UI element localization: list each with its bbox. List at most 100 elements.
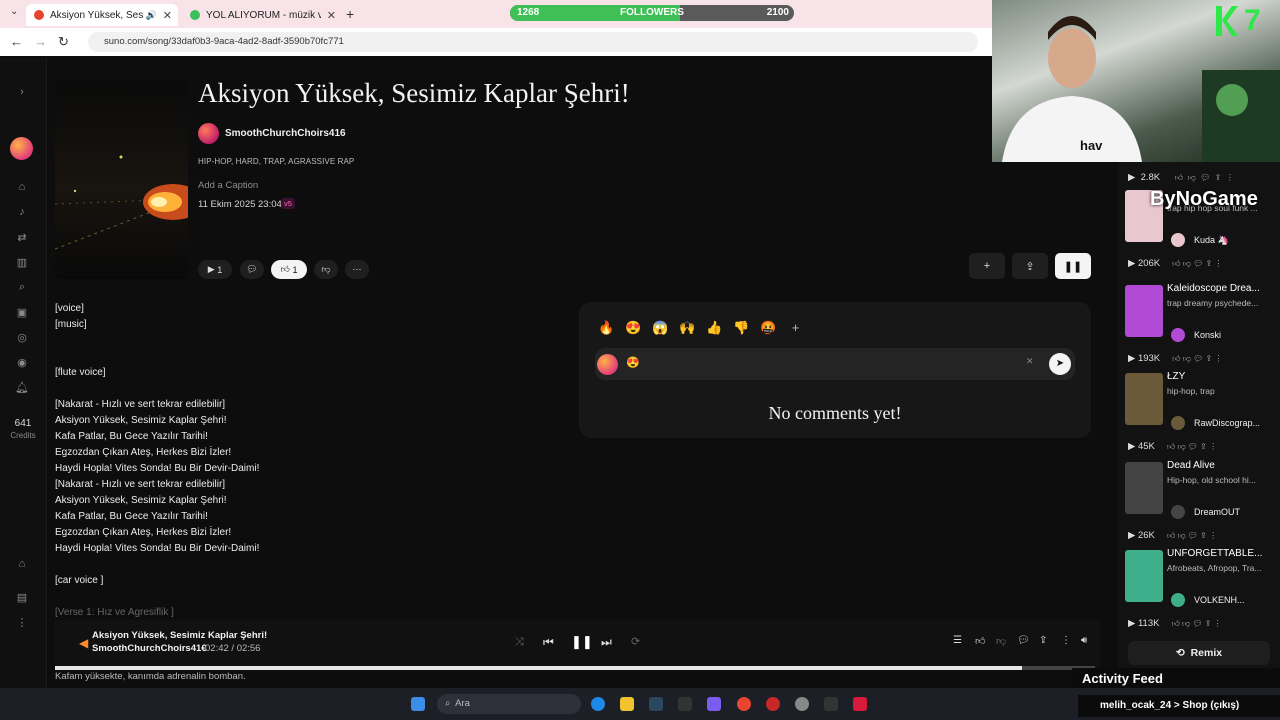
file-explorer-icon[interactable]: [620, 697, 634, 711]
play-icon[interactable]: ▶: [1128, 353, 1138, 364]
feed-card-title[interactable]: Dead Alive: [1167, 460, 1215, 471]
tab-yol-aliyorum[interactable]: YOL ALIYORUM - müzik ve şark ✕: [182, 4, 342, 26]
copilot-icon[interactable]: [707, 697, 721, 711]
pause-button[interactable]: ❚❚: [1055, 253, 1091, 279]
player-like-icon[interactable]: 👍︎: [975, 635, 985, 647]
like-button[interactable]: 👍︎ 1: [271, 260, 307, 279]
notifications-icon[interactable]: 🔔︎: [14, 381, 30, 394]
previous-track-icon[interactable]: ⏮︎: [543, 635, 554, 650]
tab-suno-song[interactable]: Aksiyon Yüksek, Sesimiz Ka 🔊 ✕: [26, 4, 178, 26]
feed-actions-icon[interactable]: 👍︎ 👎︎ 💬︎ ⇪ ⋮: [1167, 531, 1217, 540]
reaction-option[interactable]: 🙌: [678, 320, 697, 336]
feed-card-user-avatar[interactable]: [1171, 416, 1185, 430]
now-playing-thumb-icon[interactable]: ◀: [79, 636, 88, 650]
home-icon[interactable]: ⌂: [14, 181, 30, 193]
shuffle-icon[interactable]: ⤨: [515, 636, 524, 649]
share-button[interactable]: ⇪: [1012, 253, 1048, 279]
url-field[interactable]: suno.com/song/33daf0b3-9aca-4ad2-8adf-35…: [88, 32, 978, 52]
feed-card-user-avatar[interactable]: [1171, 505, 1185, 519]
close-tab-icon[interactable]: ✕: [163, 9, 172, 22]
feed-card-user[interactable]: Konski: [1194, 330, 1221, 340]
song-genres[interactable]: HIP-HOP, HARD, TRAP, AGRASSIVE RAP: [198, 157, 354, 166]
feed-card-thumbnail[interactable]: [1125, 550, 1163, 602]
tab-search-icon[interactable]: ⌄: [10, 6, 18, 17]
taskbar-search[interactable]: ⌕ Ara: [437, 694, 581, 714]
feed-actions-icon[interactable]: 👍︎ 👎︎ 💬︎ ⇪ ⋮: [1172, 259, 1222, 268]
feed-card-user[interactable]: DreamOUT: [1194, 507, 1240, 517]
chrome-icon[interactable]: [737, 697, 751, 711]
steam-icon[interactable]: [649, 697, 663, 711]
explore-icon[interactable]: ⇄: [14, 231, 30, 244]
play-count-button[interactable]: ▶ 1: [198, 260, 232, 279]
feed-card-thumbnail[interactable]: [1125, 285, 1163, 337]
next-track-icon[interactable]: ⏭︎: [601, 635, 612, 650]
feed-card-user-avatar[interactable]: [1171, 593, 1185, 607]
reaction-option[interactable]: 🔥: [597, 320, 616, 336]
reaction-option[interactable]: 👍: [705, 320, 724, 336]
player-pause-icon[interactable]: ❚❚: [571, 634, 593, 650]
windows-start-icon[interactable]: [411, 697, 425, 711]
song-cover-art[interactable]: [55, 79, 188, 279]
edge-icon[interactable]: [591, 697, 605, 711]
app-red-icon[interactable]: [853, 697, 867, 711]
player-share-icon[interactable]: ⇪: [1039, 635, 1047, 646]
new-tab-icon[interactable]: +: [346, 6, 354, 22]
feed-actions-icon[interactable]: 👍︎ 👎︎ 💬︎ ⇪ ⋮: [1171, 619, 1221, 628]
feed-card-title[interactable]: Kaleidoscope Drea...: [1167, 283, 1260, 294]
reaction-option[interactable]: 😱: [651, 320, 670, 336]
dislike-button[interactable]: 👎︎: [314, 260, 338, 279]
feed-card-user[interactable]: Kuda 🦄: [1194, 235, 1229, 246]
play-icon[interactable]: ▶: [1128, 618, 1138, 629]
add-reaction-icon[interactable]: +: [786, 320, 805, 336]
player-more-icon[interactable]: ⋮: [1061, 635, 1071, 646]
radio-icon[interactable]: ◉: [14, 356, 30, 369]
feed-card-user[interactable]: VOLKENH...: [1194, 595, 1245, 605]
play-icon[interactable]: ▶: [1128, 172, 1135, 183]
feed-card-title[interactable]: ŁZY: [1167, 371, 1185, 382]
reaction-option[interactable]: 👎: [732, 320, 751, 336]
player-dislike-icon[interactable]: 👎︎: [996, 635, 1006, 647]
back-arrow-icon[interactable]: ←: [10, 34, 23, 49]
reload-icon[interactable]: ↻: [58, 34, 69, 50]
feed-card-thumbnail[interactable]: [1125, 462, 1163, 514]
add-caption-field[interactable]: Add a Caption: [198, 180, 258, 191]
docs-icon[interactable]: ▤: [14, 591, 30, 604]
comment-button[interactable]: 💬︎: [240, 260, 264, 279]
send-comment-button[interactable]: ➤: [1049, 353, 1071, 375]
more-options-button[interactable]: ⋯: [345, 260, 369, 279]
audio-playing-icon[interactable]: 🔊: [146, 10, 157, 21]
create-icon[interactable]: ♪: [14, 206, 30, 218]
library-icon[interactable]: ▥: [14, 256, 30, 269]
close-tab-icon[interactable]: ✕: [327, 9, 336, 22]
obs-icon[interactable]: [795, 697, 809, 711]
player-comment-icon[interactable]: 💬︎: [1017, 635, 1030, 646]
gift-icon[interactable]: ⌂: [14, 558, 30, 570]
hooks-icon[interactable]: ▣: [14, 306, 30, 319]
expand-sidebar-icon[interactable]: ›: [14, 86, 30, 98]
feed-card-title[interactable]: UNFORGETTABLE...: [1167, 548, 1262, 559]
queue-icon[interactable]: ☰: [953, 635, 962, 646]
artist-avatar[interactable]: [198, 123, 219, 144]
forward-arrow-icon[interactable]: →: [34, 34, 47, 49]
remix-button[interactable]: ⟲ Remix: [1128, 641, 1270, 665]
user-avatar[interactable]: [10, 137, 33, 160]
feed-actions-icon[interactable]: 👍︎ 👎︎ 💬︎ ⇪ ⋮: [1175, 173, 1234, 182]
more-icon[interactable]: ⋮: [14, 616, 30, 629]
player-song-title[interactable]: Aksiyon Yüksek, Sesimiz Kaplar Şehri!: [92, 630, 267, 641]
play-icon[interactable]: ▶: [1128, 441, 1138, 452]
credits-count[interactable]: 641: [8, 418, 38, 429]
epic-games-icon[interactable]: [678, 697, 692, 711]
comment-input[interactable]: 😍 ✕ ➤: [595, 348, 1075, 380]
artist-name-link[interactable]: SmoothChurchChoirs416: [225, 128, 346, 139]
search-icon[interactable]: ⌕: [14, 281, 30, 294]
play-icon[interactable]: ▶: [1128, 258, 1138, 269]
feed-actions-icon[interactable]: 👍︎ 👎︎ 💬︎ ⇪ ⋮: [1172, 354, 1222, 363]
reaction-option[interactable]: 🤬: [759, 320, 778, 336]
add-to-playlist-button[interactable]: +: [969, 253, 1005, 279]
feed-actions-icon[interactable]: 👍︎ 👎︎ 💬︎ ⇪ ⋮: [1167, 442, 1217, 451]
studio-icon[interactable]: ◎: [14, 331, 30, 344]
clear-icon[interactable]: ✕: [1026, 356, 1034, 367]
repeat-icon[interactable]: ⟳: [631, 635, 640, 648]
epic-launcher-icon[interactable]: [824, 697, 838, 711]
play-icon[interactable]: ▶: [1128, 530, 1138, 541]
